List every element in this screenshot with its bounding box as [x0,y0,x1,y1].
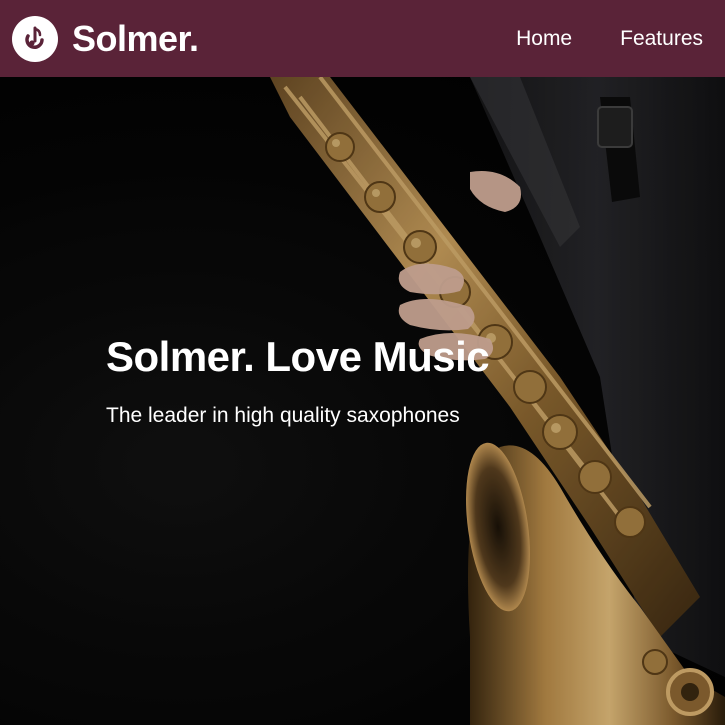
nav-link-features[interactable]: Features [620,27,703,51]
navbar: Solmer. Home Features [0,0,725,77]
hero-subtitle: The leader in high quality saxophones [106,404,460,427]
nav-link-home[interactable]: Home [516,27,572,51]
music-note-icon [12,15,58,62]
brand-link[interactable]: Solmer. [0,0,199,77]
nav-links: Home Features [468,0,725,77]
hero-section: Solmer. Love Music The leader in high qu… [0,77,725,725]
hero-overlay [0,77,725,725]
brand-name: Solmer. [72,17,199,59]
hero-title: Solmer. Love Music [106,333,490,380]
